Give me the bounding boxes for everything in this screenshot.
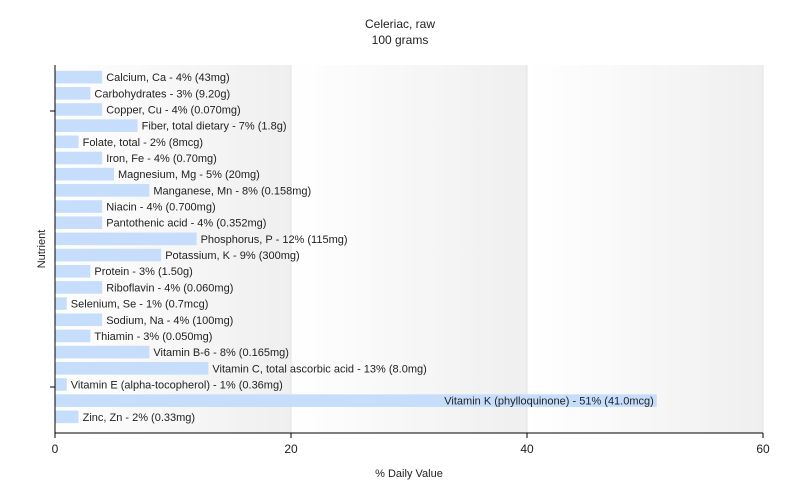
bar-label-3: Fiber, total dietary - 7% (1.8g) xyxy=(142,121,287,133)
bar-9 xyxy=(55,216,103,230)
bar-label-10: Phosphorus, P - 12% (115mg) xyxy=(201,234,348,246)
nutrient-bar-chart: Calcium, Ca - 4% (43mg) Carbohydrates - 3… xyxy=(36,17,770,480)
bar-3 xyxy=(55,119,138,132)
plot-band-1 xyxy=(291,65,527,433)
y-axis-label: Nutrient xyxy=(36,230,48,269)
bar-10 xyxy=(55,232,197,246)
bar-8 xyxy=(55,200,103,213)
bar-6 xyxy=(55,167,114,181)
bar-18 xyxy=(55,361,209,375)
x-tick-label-1: 20 xyxy=(284,442,298,456)
bar-label-11: Potassium, K - 9% (300mg) xyxy=(165,250,300,262)
x-tick-label-0: 0 xyxy=(52,442,59,456)
chart-container: Calcium, Ca - 4% (43mg) Carbohydrates - 3… xyxy=(0,0,800,500)
bar-11 xyxy=(55,248,162,262)
bar-4 xyxy=(55,135,79,149)
bar-label-20: Vitamin K (phylloquinone) - 51% (41.0mcg… xyxy=(444,396,654,408)
x-tick-label-2: 40 xyxy=(520,442,534,456)
bar-label-9: Pantothenic acid - 4% (0.352mg) xyxy=(106,218,266,230)
bar-label-0: Calcium, Ca - 4% (43mg) xyxy=(106,72,229,84)
bar-1 xyxy=(55,86,91,100)
bar-12 xyxy=(55,264,91,278)
bar-label-7: Manganese, Mn - 8% (0.158mg) xyxy=(153,185,311,197)
bar-label-5: Iron, Fe - 4% (0.70mg) xyxy=(106,153,217,165)
bar-label-17: Vitamin B-6 - 8% (0.165mg) xyxy=(153,347,289,359)
bar-21 xyxy=(55,410,79,424)
bar-label-13: Riboflavin - 4% (0.060mg) xyxy=(106,282,233,294)
bar-label-4: Folate, total - 2% (8mcg) xyxy=(83,137,203,149)
bar-label-1: Carbohydrates - 3% (9.20g) xyxy=(94,88,230,100)
bar-label-16: Thiamin - 3% (0.050mg) xyxy=(94,331,212,343)
bar-label-21: Zinc, Zn - 2% (0.33mg) xyxy=(83,412,195,424)
bar-label-14: Selenium, Se - 1% (0.7mcg) xyxy=(71,299,209,311)
bar-label-2: Copper, Cu - 4% (0.070mg) xyxy=(106,104,241,116)
bar-label-8: Niacin - 4% (0.700mg) xyxy=(106,202,215,214)
x-tick-label-3: 60 xyxy=(756,442,770,456)
bar-14 xyxy=(55,297,67,310)
x-tick-labels: 0 20 40 60 xyxy=(52,442,770,456)
bar-5 xyxy=(55,151,103,165)
bar-15 xyxy=(55,313,103,327)
bar-0 xyxy=(55,70,103,84)
bar-label-19: Vitamin E (alpha-tocopherol) - 1% (0.36m… xyxy=(71,379,283,391)
bar-label-18: Vitamin C, total ascorbic acid - 13% (8.… xyxy=(212,363,426,375)
bar-16 xyxy=(55,329,91,343)
bar-label-12: Protein - 3% (1.50g) xyxy=(94,266,192,278)
plot-band-2 xyxy=(527,65,763,433)
chart-subtitle: 100 grams xyxy=(372,33,429,47)
chart-title: Celeriac, raw xyxy=(365,17,435,31)
bar-17 xyxy=(55,345,150,359)
bar-13 xyxy=(55,281,103,294)
x-axis-label: % Daily Value xyxy=(375,468,443,480)
bar-label-6: Magnesium, Mg - 5% (20mg) xyxy=(118,169,260,181)
bar-19 xyxy=(55,378,67,391)
bar-7 xyxy=(55,184,150,197)
bar-2 xyxy=(55,103,103,116)
bar-label-15: Sodium, Na - 4% (100mg) xyxy=(106,315,233,327)
